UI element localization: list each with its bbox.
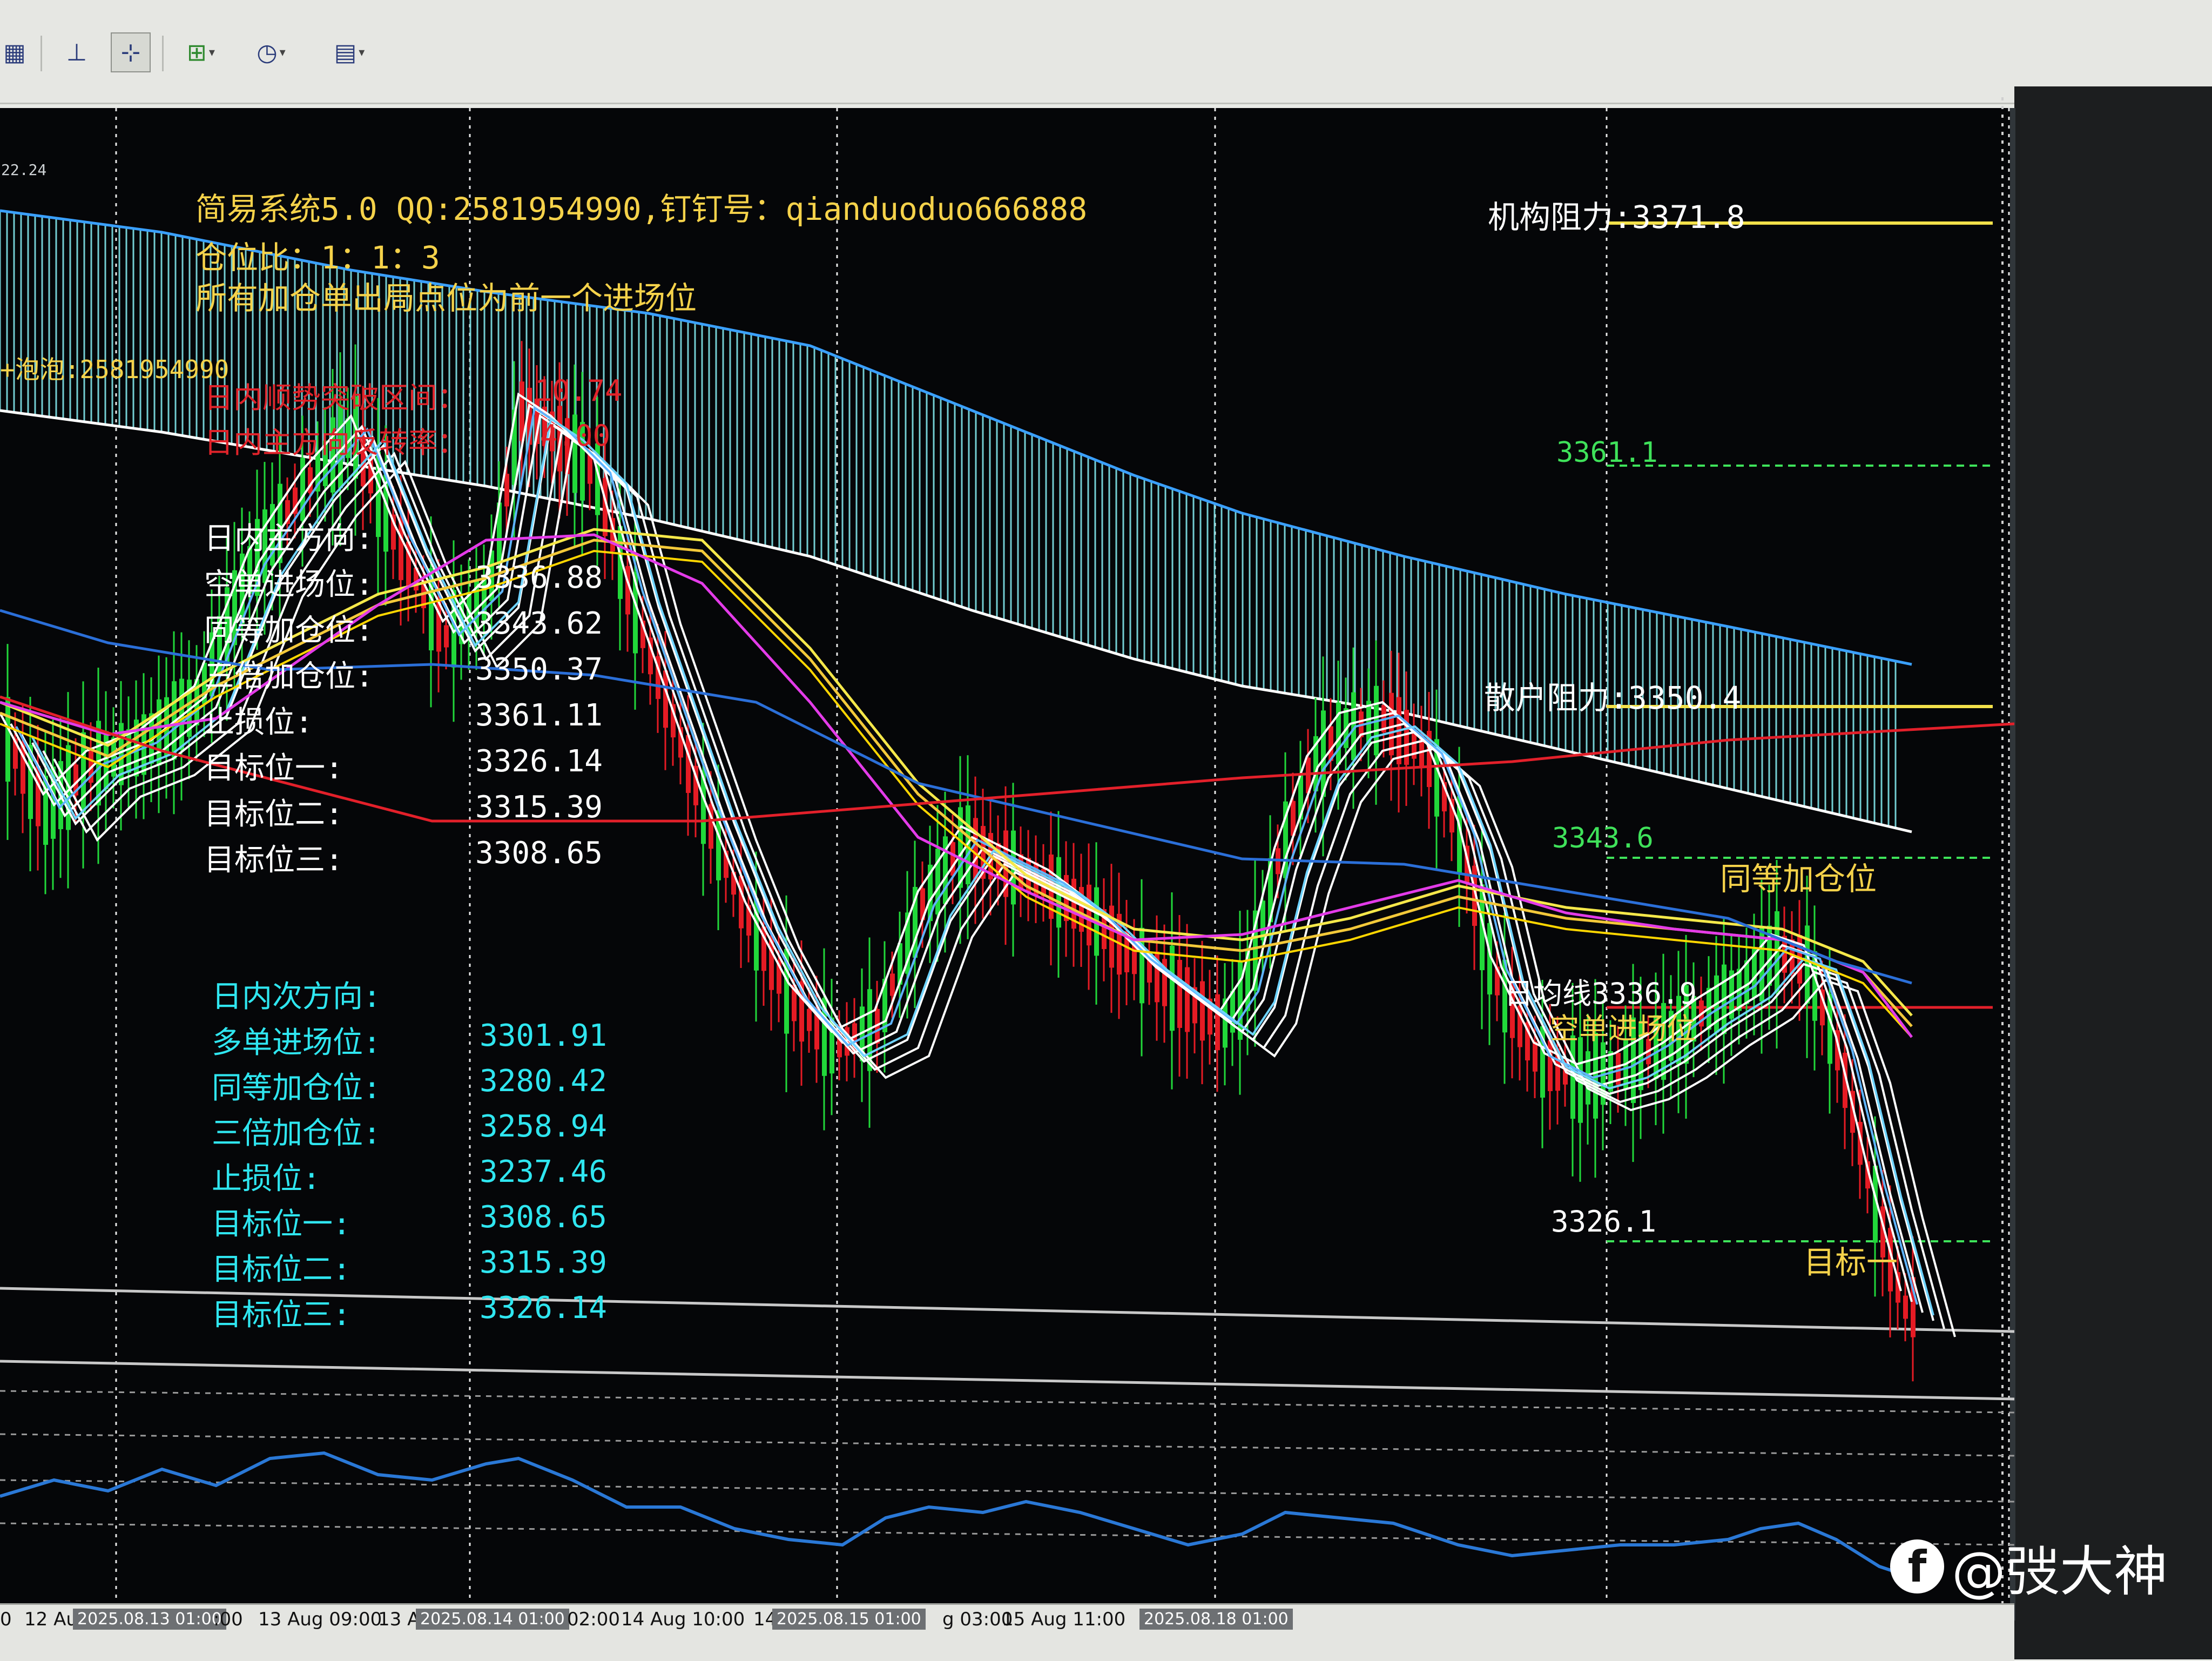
main-direction-label: 止损位: (204, 705, 313, 740)
candle-body (1177, 960, 1182, 1028)
secondary-direction-value: 3237.46 (480, 1154, 608, 1189)
side-panel (2014, 86, 2212, 1659)
candle-body (5, 697, 10, 782)
candle-body (1215, 994, 1220, 1051)
candle-body (1185, 967, 1190, 1032)
breakout-range-value: 10.74 (535, 374, 623, 408)
secondary-direction-label: 三倍加仓位: (212, 1116, 381, 1151)
candle-body (1200, 981, 1205, 1041)
main-direction-value: 3350.37 (475, 652, 603, 687)
candle-body (890, 973, 895, 996)
candle-body (1389, 692, 1394, 756)
candle-body (663, 670, 668, 728)
main-direction-label: 空单进场位: (204, 567, 374, 602)
watermark: f @弢大神 (1890, 1534, 2168, 1603)
indicator-grid-line (0, 1433, 2014, 1457)
candle-body (1321, 710, 1326, 797)
level-3361: 3361.1 (1556, 436, 1658, 469)
main-direction-label: 目标位二: (204, 797, 343, 832)
secondary-direction-value: 3326.14 (480, 1290, 608, 1326)
main-direction-label: 三倍加仓位: (204, 659, 374, 694)
breakout-range-label: 日内顺势突破区间： (204, 381, 467, 415)
main-direction-label: 目标位三: (204, 843, 343, 878)
secondary-direction-value: 3301.91 (480, 1018, 608, 1053)
main-direction-label: 目标位一: (204, 751, 343, 786)
time-axis-label: 13 A (378, 1609, 420, 1630)
indicator-grid-line (0, 1479, 2014, 1503)
time-axis-label: 2025.08.15 01:00 (772, 1609, 926, 1630)
candle-body (1170, 945, 1175, 1031)
main-direction-label: 同等加仓位: (204, 613, 374, 648)
time-axis-label: 14 Aug 10:00 (621, 1609, 745, 1630)
secondary-direction-value: 3258.94 (480, 1109, 608, 1144)
candle-body (1903, 1295, 1908, 1319)
indicator-line (0, 1451, 1912, 1579)
secondary-direction-label: 目标位二: (212, 1252, 351, 1287)
main-direction-value: 3336.88 (475, 560, 603, 595)
time-axis-label: 0 (0, 1609, 12, 1630)
candle-body (1533, 1041, 1537, 1072)
time-axis-label: 2025.08.18 01:00 (1139, 1609, 1293, 1630)
contact-info: +泡泡:2581954990 (0, 355, 230, 384)
time-axis-label: 12 Au (24, 1609, 78, 1630)
main-direction-value: 3308.65 (475, 836, 603, 871)
candle-body (126, 729, 131, 773)
candle-body (104, 731, 109, 790)
secondary-direction-label: 多单进场位: (212, 1025, 381, 1060)
secondary-direction-value: 3308.65 (480, 1200, 608, 1235)
level-3343: 3343.6 (1552, 822, 1654, 855)
time-axis-label: 02:00 (567, 1609, 620, 1630)
candle-body (686, 735, 691, 793)
candle-body (1548, 1040, 1553, 1092)
secondary-direction-label: 目标位一: (212, 1207, 351, 1242)
candle-body (950, 842, 955, 876)
candle-body (588, 454, 592, 484)
position-ratio: 仓位比：1：1：3 (195, 239, 440, 276)
subwindow-border (0, 1360, 2014, 1401)
secondary-direction-label: 同等加仓位: (212, 1071, 381, 1106)
corner-time: 22.24 (1, 161, 47, 179)
candle-body (739, 876, 744, 929)
short-entry-label: 空单进场位 (1550, 1012, 1696, 1046)
secondary-direction-value: 3315.39 (480, 1245, 608, 1280)
main-direction-value: 3343.62 (475, 606, 603, 641)
retail-resistance: 散户阻力:3350.4 (1484, 680, 1742, 716)
time-axis-label: 2025.08.13 01:00 (73, 1609, 226, 1630)
reversal-rate-value: 4.00 (540, 419, 611, 453)
main-direction-title: 日内主方向: (204, 521, 374, 556)
level-3326: 3326.1 (1551, 1205, 1657, 1239)
time-axis-label: 2025.08.14 01:00 (416, 1609, 569, 1630)
institutional-resistance: 机构阻力:3371.8 (1488, 199, 1745, 236)
facebook-icon: f (1890, 1539, 1944, 1593)
secondary-direction-label: 止损位: (212, 1161, 321, 1196)
candle-body (1109, 905, 1114, 968)
candle-body (807, 1008, 812, 1031)
time-axis-label: :00 (213, 1609, 243, 1630)
time-axis-label: 13 Aug 09:00 (258, 1609, 382, 1630)
time-axis-label: 15 Aug 11:00 (1002, 1609, 1126, 1630)
add-position-label: 同等加仓位 (1720, 860, 1877, 897)
candle-body (1744, 960, 1749, 1004)
candle-body (444, 625, 449, 648)
main-direction-value: 3326.14 (475, 744, 603, 779)
secondary-direction-label: 目标位三: (212, 1297, 351, 1333)
candle-body (973, 818, 978, 879)
main-direction-value: 3361.11 (475, 698, 603, 733)
main-direction-value: 3315.39 (475, 790, 603, 825)
system-title: 简易系统5.0 QQ:2581954990,钉钉号：qianduoduo6668… (195, 191, 1088, 227)
candle-body (504, 474, 509, 507)
secondary-direction-value: 3280.42 (480, 1064, 608, 1099)
exit-rule: 所有加仓单出局点位为前一个进场位 (195, 280, 697, 317)
target-one-label: 目标一 (1804, 1244, 1898, 1281)
watermark-text: @弢大神 (1952, 1539, 2168, 1603)
secondary-direction-title: 日内次方向: (212, 979, 381, 1014)
reversal-rate-label: 日内主方向反转率： (204, 426, 467, 460)
